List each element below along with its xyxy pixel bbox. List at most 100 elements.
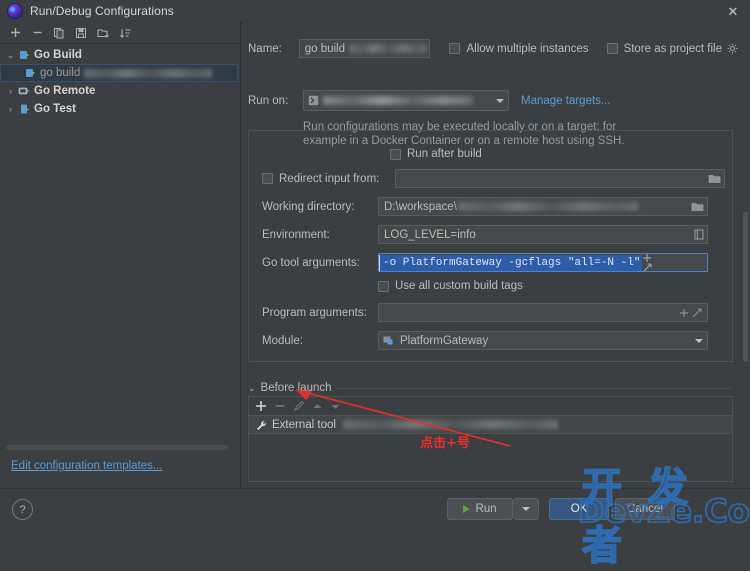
tree-item-go-build[interactable]: ⌄ Go Build <box>0 46 240 64</box>
edit-configuration-templates-link[interactable]: Edit configuration templates... <box>11 460 163 472</box>
run-configuration-fields-group <box>248 130 733 362</box>
tree-item-label: Go Build <box>34 49 82 61</box>
details-vertical-scrollbar[interactable] <box>743 212 748 362</box>
run-dropdown-button[interactable] <box>513 498 539 520</box>
program-arguments-row: Program arguments: <box>262 303 738 322</box>
use-all-custom-build-tags-checkbox[interactable]: Use all custom build tags <box>378 280 523 292</box>
redacted-run-target <box>323 96 473 105</box>
environment-field[interactable]: LOG_LEVEL=info <box>378 225 708 244</box>
name-label: Name: <box>248 42 282 55</box>
folder-icon[interactable] <box>691 201 704 212</box>
before-launch-header: ⌄ Before launch <box>248 382 731 394</box>
plus-icon[interactable] <box>642 254 652 263</box>
sidebar-toolbar <box>0 22 240 44</box>
chevron-down-icon[interactable] <box>496 98 504 103</box>
configurations-tree[interactable]: ⌄ Go Build go build › Go Remote › Go Tes… <box>0 44 240 118</box>
go-test-icon <box>17 103 32 115</box>
chevron-down-icon <box>521 507 530 511</box>
remove-configuration-button[interactable] <box>27 23 47 42</box>
redacted-name-suffix <box>349 44 427 53</box>
run-button[interactable]: Run <box>447 498 513 520</box>
tree-item-label: Go Remote <box>34 85 96 97</box>
arrow-up-icon[interactable] <box>312 401 323 412</box>
module-icon <box>383 335 395 346</box>
allow-multiple-instances-label: Allow multiple instances <box>466 42 589 55</box>
module-dropdown[interactable]: PlatformGateway <box>378 331 708 350</box>
chevron-down-icon[interactable] <box>695 338 703 343</box>
go-build-icon <box>23 67 38 79</box>
module-value: PlatformGateway <box>400 334 489 347</box>
add-task-button[interactable] <box>255 400 267 412</box>
tree-item-label: go build <box>40 67 81 79</box>
ok-button[interactable]: OK <box>549 498 609 520</box>
add-configuration-button[interactable] <box>5 23 25 42</box>
pencil-icon[interactable] <box>293 400 305 412</box>
working-directory-label: Working directory: <box>262 200 355 213</box>
sidebar-horizontal-scrollbar[interactable] <box>6 445 228 450</box>
allow-multiple-instances-checkbox[interactable]: Allow multiple instances <box>449 42 589 55</box>
before-launch-task-label: External tool <box>272 418 336 431</box>
working-directory-field[interactable]: D:\workspace\ <box>378 197 708 216</box>
list-icon[interactable] <box>694 229 704 240</box>
external-tool-icon <box>255 419 267 431</box>
title-bar: Run/Debug Configurations ✕ <box>0 0 750 23</box>
expand-icon[interactable] <box>692 307 702 318</box>
save-configuration-button[interactable] <box>71 23 91 42</box>
expand-icon[interactable] <box>642 262 653 271</box>
checkbox-box <box>606 43 618 54</box>
before-launch-task-row[interactable]: External tool <box>249 415 732 434</box>
before-launch-toolbar <box>249 397 732 415</box>
name-input[interactable]: go build <box>298 39 431 58</box>
tree-item-label: Go Test <box>34 103 76 115</box>
arrow-down-icon[interactable] <box>330 401 341 412</box>
remove-task-button[interactable] <box>274 400 286 412</box>
redirect-input-field[interactable] <box>395 169 725 188</box>
run-on-dropdown[interactable] <box>303 90 509 111</box>
module-label: Module: <box>262 334 303 347</box>
redacted-task-detail <box>342 420 558 429</box>
run-on-row: Run on: Manage targets... <box>248 90 738 111</box>
goland-icon <box>7 3 23 19</box>
redacted-working-directory <box>457 202 638 211</box>
environment-value: LOG_LEVEL=info <box>384 228 476 241</box>
tree-item-go-build-config[interactable]: go build <box>0 64 238 82</box>
run-on-label: Run on: <box>248 94 289 107</box>
annotation-text: 点击+号 <box>420 436 470 451</box>
chevron-right-icon[interactable]: › <box>4 104 17 114</box>
program-arguments-label: Program arguments: <box>262 306 367 319</box>
program-arguments-field[interactable] <box>378 303 708 322</box>
configuration-details-panel: Name: go build Allow multiple instances … <box>241 22 750 488</box>
chevron-down-icon[interactable]: ⌄ <box>248 383 256 394</box>
redirect-input-checkbox[interactable] <box>262 173 273 184</box>
module-row: Module: PlatformGateway <box>262 331 738 350</box>
before-launch-title: Before launch <box>260 382 332 394</box>
store-as-project-file-label: Store as project file <box>623 42 722 55</box>
go-tool-arguments-value: -o PlatformGateway -gcflags "all=-N -l" <box>379 254 643 271</box>
target-icon <box>308 95 319 106</box>
close-icon[interactable]: ✕ <box>716 0 750 22</box>
folder-icon[interactable] <box>708 173 721 184</box>
manage-targets-link[interactable]: Manage targets... <box>521 95 611 107</box>
store-as-project-file-checkbox[interactable]: Store as project file <box>606 42 738 55</box>
redirect-input-row: Redirect input from: <box>262 169 738 188</box>
chevron-down-icon[interactable]: ⌄ <box>4 50 17 60</box>
go-build-icon <box>17 49 32 61</box>
go-remote-icon <box>17 85 32 97</box>
cancel-button[interactable]: Cancel <box>615 498 675 520</box>
plus-icon[interactable] <box>679 308 689 318</box>
gear-icon[interactable] <box>727 43 738 54</box>
go-tool-arguments-field[interactable]: -o PlatformGateway -gcflags "all=-N -l" <box>378 253 708 272</box>
chevron-right-icon[interactable]: › <box>4 86 17 96</box>
sort-icon[interactable] <box>115 23 135 42</box>
checkbox-box <box>378 280 389 292</box>
divider <box>336 387 731 389</box>
use-all-custom-build-tags-label: Use all custom build tags <box>395 280 523 292</box>
before-launch-panel: External tool <box>248 396 733 482</box>
copy-configuration-button[interactable] <box>49 23 69 42</box>
play-icon <box>463 505 471 513</box>
help-button[interactable]: ? <box>12 499 33 520</box>
tree-item-go-test[interactable]: › Go Test <box>0 100 240 118</box>
tree-item-go-remote[interactable]: › Go Remote <box>0 82 240 100</box>
folder-move-icon[interactable] <box>93 23 113 42</box>
go-tool-arguments-row: Go tool arguments: -o PlatformGateway -g… <box>262 253 738 272</box>
